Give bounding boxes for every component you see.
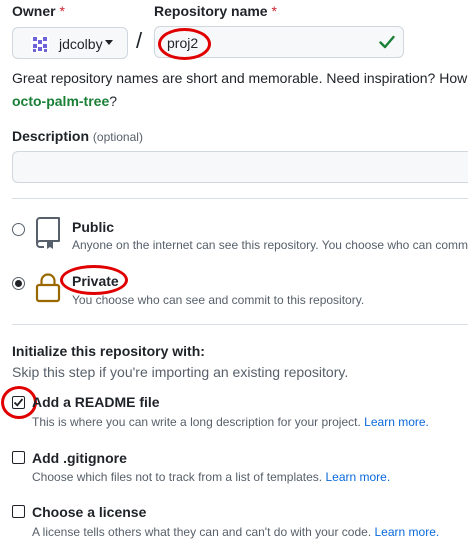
owner-dropdown[interactable]: jdcolby <box>12 27 128 59</box>
public-description: Anyone on the internet can see this repo… <box>72 238 468 252</box>
description-label: Description (optional) <box>12 128 143 144</box>
readme-title: Add a README file <box>32 394 160 410</box>
owner-repo-separator: / <box>136 28 143 53</box>
annotation-circle-repo-name <box>158 28 211 60</box>
divider <box>12 324 468 325</box>
gitignore-learn-more-link[interactable]: Learn more. <box>325 470 390 484</box>
gitignore-checkbox[interactable] <box>12 451 25 464</box>
owner-label-text: Owner <box>12 3 56 19</box>
optional-tag: (optional) <box>92 130 143 144</box>
divider <box>12 198 468 199</box>
user-avatar-icon <box>31 35 49 53</box>
chevron-down-icon <box>105 40 113 45</box>
repo-name-label-text: Repository name <box>154 3 268 19</box>
license-title: Choose a license <box>32 504 147 520</box>
public-title: Public <box>72 219 115 235</box>
gitignore-description: Choose which files not to track from a l… <box>32 470 390 484</box>
required-asterisk: * <box>271 3 277 19</box>
repo-name-label: Repository name * <box>154 3 277 19</box>
gitignore-title: Add .gitignore <box>32 450 127 466</box>
private-radio[interactable] <box>12 277 25 290</box>
owner-label: Owner * <box>12 3 65 19</box>
initialize-hint: Skip this step if you're importing an ex… <box>12 364 349 380</box>
gitignore-description-text: Choose which files not to track from a l… <box>32 470 323 484</box>
check-icon <box>379 35 395 49</box>
readme-learn-more-link[interactable]: Learn more. <box>364 415 429 429</box>
repo-icon <box>36 217 60 249</box>
name-suggestion[interactable]: octo-palm-tree? <box>12 93 117 109</box>
owner-name: jdcolby <box>59 36 103 52</box>
repo-name-hint: Great repository names are short and mem… <box>12 70 468 86</box>
public-radio[interactable] <box>12 223 25 236</box>
description-input[interactable] <box>12 151 468 183</box>
initialize-label: Initialize this repository with: <box>12 343 205 359</box>
private-description: You choose who can see and commit to thi… <box>72 293 365 307</box>
readme-description: This is where you can write a long descr… <box>32 415 429 429</box>
license-description-text: A license tells others what they can and… <box>32 525 372 539</box>
license-description: A license tells others what they can and… <box>32 525 439 539</box>
suggestion-link[interactable]: octo-palm-tree <box>12 93 109 109</box>
suggestion-suffix: ? <box>109 93 118 109</box>
readme-description-text: This is where you can write a long descr… <box>32 415 361 429</box>
license-checkbox[interactable] <box>12 505 25 518</box>
annotation-circle-private <box>60 265 128 295</box>
description-label-text: Description <box>12 128 90 144</box>
required-asterisk: * <box>59 3 65 19</box>
license-learn-more-link[interactable]: Learn more. <box>375 525 440 539</box>
lock-icon <box>35 273 61 303</box>
